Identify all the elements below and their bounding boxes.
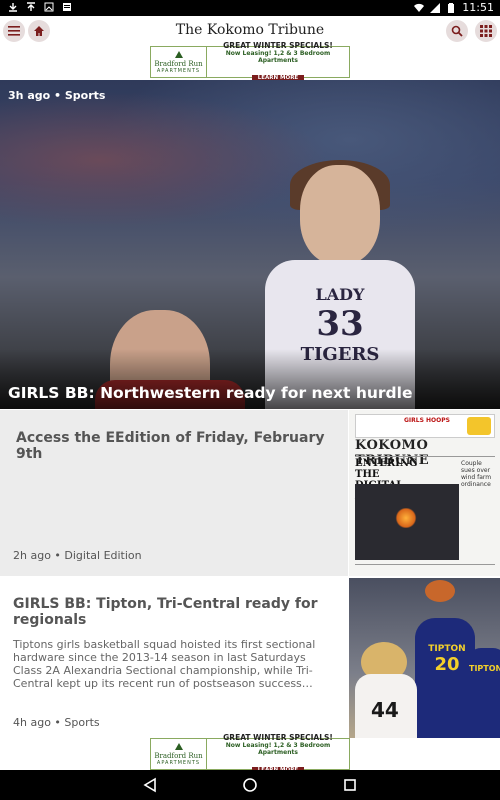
thumbnail-team-2: TIPTON bbox=[469, 664, 500, 673]
signal-icon bbox=[430, 2, 441, 13]
newspaper-promo-text: GIRLS HOOPS bbox=[404, 417, 450, 424]
back-icon[interactable] bbox=[143, 777, 157, 793]
wifi-icon bbox=[414, 3, 425, 12]
thumbnail-jersey-text: TIPTON 20 bbox=[419, 644, 475, 675]
image-icon bbox=[44, 2, 54, 12]
ad-headline: GREAT WINTER SPECIALS! bbox=[223, 41, 333, 50]
newspaper-promo-bar: GIRLS HOOPS bbox=[355, 414, 495, 438]
hero-image-background bbox=[0, 80, 500, 280]
newspaper-photo-fire bbox=[395, 508, 417, 528]
tree-icon bbox=[174, 742, 183, 750]
story-meta: 4h ago • Sports bbox=[13, 716, 100, 729]
download-icon bbox=[9, 3, 17, 12]
jersey-number: 33 bbox=[316, 304, 364, 344]
ad-logo-sub: APARTMENTS bbox=[156, 759, 201, 766]
ad-logo-name: Bradford Run bbox=[154, 59, 203, 68]
jersey-top-text: LADY bbox=[315, 285, 365, 304]
ad-logo: Bradford Run APARTMENTS bbox=[151, 739, 207, 769]
story-title[interactable]: Access the EEdition of Friday, February … bbox=[16, 430, 336, 462]
hero-meta: 3h ago • Sports bbox=[8, 89, 106, 102]
hero-story[interactable]: LADY 33 TIGERS 3h ago • Sports bbox=[0, 80, 500, 409]
newspaper-badge bbox=[467, 417, 491, 435]
search-icon bbox=[451, 25, 463, 37]
tipton-thumbnail[interactable]: TIPTON 20 TIPTON 44 bbox=[349, 578, 500, 738]
sections-grid-button[interactable] bbox=[475, 20, 497, 42]
system-nav-bar bbox=[0, 770, 500, 800]
ad-headline: GREAT WINTER SPECIALS! bbox=[223, 733, 333, 742]
banner-ad-bottom[interactable]: Bradford Run APARTMENTS GREAT WINTER SPE… bbox=[150, 733, 350, 773]
grid-icon bbox=[480, 25, 492, 37]
story-meta: 2h ago • Digital Edition bbox=[13, 549, 142, 562]
status-time: 11:51 bbox=[462, 1, 494, 14]
search-button[interactable] bbox=[446, 20, 468, 42]
hero-headline[interactable]: GIRLS BB: Northwestern ready for next hu… bbox=[8, 384, 412, 402]
news-icon bbox=[63, 3, 71, 11]
ad-subline: Now Leasing! 1,2 & 3 Bedroom Apartments bbox=[225, 742, 331, 756]
upload-icon bbox=[27, 2, 35, 11]
app-title: The Kokomo Tribune bbox=[175, 22, 325, 38]
hero-player-head bbox=[300, 165, 380, 265]
story-title[interactable]: GIRLS BB: Tipton, Tri-Central ready for … bbox=[13, 596, 333, 628]
thumbnail-opponent-number: 44 bbox=[371, 698, 399, 722]
newspaper-rule bbox=[355, 564, 495, 565]
home-circle-icon[interactable] bbox=[242, 777, 258, 793]
newspaper-column-headline: Couple sues over wind farm ordinance bbox=[461, 460, 492, 488]
newspaper-photo bbox=[355, 484, 459, 560]
banner-ad-top[interactable]: Bradford Run APARTMENTS GREAT WINTER SPE… bbox=[150, 41, 350, 81]
recent-apps-icon[interactable] bbox=[343, 778, 357, 792]
thumbnail-team: TIPTON bbox=[428, 644, 466, 654]
story-summary: Tiptons girls basketball squad hoisted i… bbox=[13, 638, 316, 690]
tree-icon bbox=[174, 50, 183, 58]
ad-subline: Now Leasing! 1,2 & 3 Bedroom Apartments bbox=[225, 50, 331, 64]
newspaper-rule bbox=[355, 456, 495, 457]
thumbnail-number: 20 bbox=[434, 654, 460, 675]
story-card-tipton[interactable]: GIRLS BB: Tipton, Tri-Central ready for … bbox=[0, 578, 348, 738]
thumbnail-player-1 bbox=[415, 618, 475, 738]
ad-logo-sub: APARTMENTS bbox=[156, 67, 201, 74]
eedition-thumbnail[interactable]: GIRLS HOOPS KOKOMO TRIBUNE ENTERING THE … bbox=[349, 410, 500, 576]
basketball bbox=[425, 580, 455, 602]
ad-logo: Bradford Run APARTMENTS bbox=[151, 47, 207, 77]
battery-icon bbox=[448, 2, 455, 13]
status-bar: 11:51 bbox=[0, 0, 500, 16]
ad-logo-name: Bradford Run bbox=[154, 751, 203, 760]
story-card-eedition[interactable]: Access the EEdition of Friday, February … bbox=[0, 410, 348, 576]
